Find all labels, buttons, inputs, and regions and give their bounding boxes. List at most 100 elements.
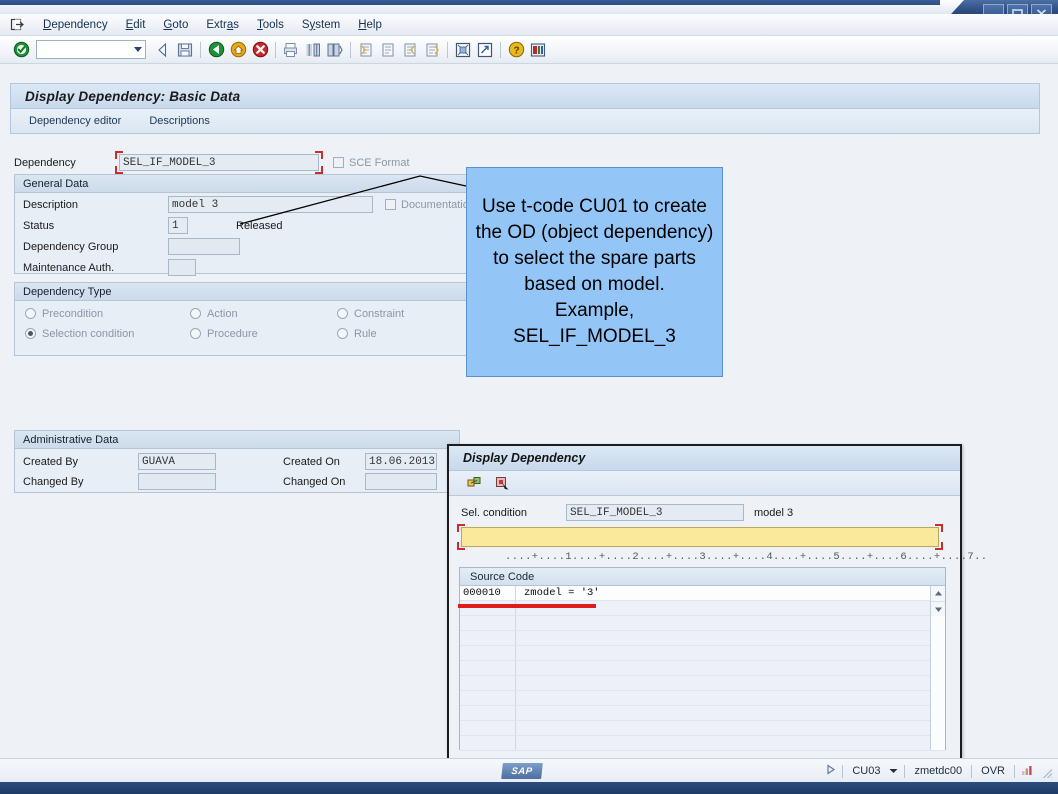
menu-item-dependency[interactable]: DDependencyependency xyxy=(34,17,117,33)
dependency-type-header: Dependency Type xyxy=(15,283,537,301)
radio-procedure[interactable]: Procedure xyxy=(190,325,258,342)
table-row[interactable] xyxy=(460,676,945,691)
window-bottom-edge xyxy=(0,782,1058,794)
line-number xyxy=(460,721,516,735)
status-bar: SAP CU03 zmetdc00 OVR xyxy=(0,758,1058,783)
command-field[interactable] xyxy=(36,40,146,59)
status-transaction[interactable]: CU03 xyxy=(849,764,883,778)
sel-condition-row: Sel. condition SEL_IF_MODEL_3 model 3 xyxy=(461,504,793,521)
menu-item-edit[interactable]: Edit xyxy=(117,17,155,33)
table-row[interactable] xyxy=(460,736,945,751)
maintenance-auth-label: Maintenance Auth. xyxy=(23,262,168,274)
status-row: Status 1 Released xyxy=(23,217,282,234)
descriptions-button[interactable]: Descriptions xyxy=(143,112,216,130)
system-menu-icon[interactable] xyxy=(8,17,26,33)
create-session-icon[interactable] xyxy=(452,39,474,61)
source-code-panel: Source Code 000010 zmodel = '3' xyxy=(459,567,946,750)
line-number: 000010 xyxy=(460,586,516,600)
scroll-up-icon[interactable] xyxy=(931,586,945,602)
resize-grip-icon[interactable] xyxy=(1039,765,1052,778)
svg-text:?: ? xyxy=(513,45,519,56)
application-toolbar: Dependency editor Descriptions xyxy=(10,109,1040,134)
toolbar-separator xyxy=(447,42,448,58)
table-row[interactable]: 000010 zmodel = '3' xyxy=(460,586,945,601)
popup-title-text: Display Dependency xyxy=(463,451,585,465)
dependency-input[interactable]: SEL_IF_MODEL_3 xyxy=(119,154,319,171)
radio-precondition[interactable]: Precondition xyxy=(25,305,103,322)
check-syntax-icon[interactable] xyxy=(463,472,485,494)
print-icon[interactable] xyxy=(280,39,302,61)
dependency-editor-button[interactable]: Dependency editor xyxy=(23,112,127,130)
menu-item-system[interactable]: System xyxy=(293,17,349,33)
administrative-data-group: Administrative Data Created By GUAVA Cre… xyxy=(14,430,460,493)
status-insert-mode[interactable]: OVR xyxy=(978,764,1008,778)
description-input[interactable]: model 3 xyxy=(168,196,373,213)
general-data-header: General Data xyxy=(15,175,537,193)
screen-canvas: Display Dependency: Basic Data Dependenc… xyxy=(0,64,1058,758)
procedure-radio-circle xyxy=(190,328,201,339)
first-page-icon[interactable] xyxy=(355,39,377,61)
table-row[interactable] xyxy=(460,646,945,661)
maintenance-auth-input[interactable] xyxy=(168,259,196,276)
enter-check-icon[interactable] xyxy=(10,39,32,61)
changed-by-input[interactable] xyxy=(138,473,216,490)
menu-bar: DDependencyependency Edit Goto Extras To… xyxy=(0,14,1058,36)
menu-item-help[interactable]: Help xyxy=(349,17,391,33)
table-row[interactable] xyxy=(460,706,945,721)
source-code-rows: 000010 zmodel = '3' xyxy=(460,586,945,750)
layout-menu-icon[interactable] xyxy=(527,39,549,61)
expand-status-icon[interactable] xyxy=(826,764,836,778)
popup-titlebar: Display Dependency xyxy=(449,446,960,471)
table-row[interactable] xyxy=(460,661,945,676)
select-object-icon[interactable] xyxy=(491,472,513,494)
description-label: Description xyxy=(23,199,168,211)
line-number xyxy=(460,661,516,675)
signal-icon[interactable] xyxy=(1021,764,1033,779)
changed-on-input[interactable] xyxy=(365,473,437,490)
create-shortcut-icon[interactable] xyxy=(474,39,496,61)
table-row[interactable] xyxy=(460,691,945,706)
last-page-icon[interactable] xyxy=(421,39,443,61)
rule-label: Rule xyxy=(354,328,377,340)
chevron-down-icon[interactable] xyxy=(889,765,898,777)
menu-item-goto[interactable]: Goto xyxy=(154,17,197,33)
find-icon[interactable] xyxy=(302,39,324,61)
sce-format-checkbox-box xyxy=(333,157,344,168)
toolbar-separator xyxy=(500,42,501,58)
dependency-group-input[interactable] xyxy=(168,238,240,255)
sce-format-checkbox[interactable]: SCE Format xyxy=(333,157,410,169)
table-row[interactable] xyxy=(460,631,945,646)
menu-item-extras[interactable]: Extras xyxy=(197,17,248,33)
status-system[interactable]: zmetdc00 xyxy=(911,764,965,778)
source-code-scrollbar[interactable] xyxy=(930,586,945,750)
created-by-label: Created By xyxy=(23,456,138,468)
toolbar-separator xyxy=(275,42,276,58)
cancel-home-icon[interactable] xyxy=(227,39,249,61)
exit-icon[interactable] xyxy=(205,39,227,61)
line-number xyxy=(460,691,516,705)
status-input[interactable]: 1 xyxy=(168,217,188,234)
save-icon[interactable] xyxy=(174,39,196,61)
documentation-checkbox[interactable]: Documentation xyxy=(385,199,475,211)
help-icon[interactable]: ? xyxy=(505,39,527,61)
chevron-down-icon[interactable] xyxy=(134,47,142,52)
created-on-input[interactable]: 18.06.2013 xyxy=(365,453,437,470)
maintenance-auth-row: Maintenance Auth. xyxy=(23,259,196,276)
table-row[interactable] xyxy=(460,721,945,736)
radio-selection-condition[interactable]: Selection condition xyxy=(25,325,134,342)
back-icon[interactable] xyxy=(152,39,174,61)
previous-page-icon[interactable] xyxy=(377,39,399,61)
radio-action[interactable]: Action xyxy=(190,305,238,322)
next-page-icon[interactable] xyxy=(399,39,421,61)
code-input-line[interactable] xyxy=(461,527,939,547)
find-next-icon[interactable] xyxy=(324,39,346,61)
radio-rule[interactable]: Rule xyxy=(337,325,377,342)
menu-item-tools[interactable]: Tools xyxy=(248,17,293,33)
created-by-input[interactable]: GUAVA xyxy=(138,453,216,470)
line-text: zmodel = '3' xyxy=(516,587,600,599)
sel-condition-input[interactable]: SEL_IF_MODEL_3 xyxy=(566,504,744,521)
stop-icon[interactable] xyxy=(249,39,271,61)
table-row[interactable] xyxy=(460,616,945,631)
scrollbar-track[interactable] xyxy=(931,616,945,750)
radio-constraint[interactable]: Constraint xyxy=(337,305,404,322)
